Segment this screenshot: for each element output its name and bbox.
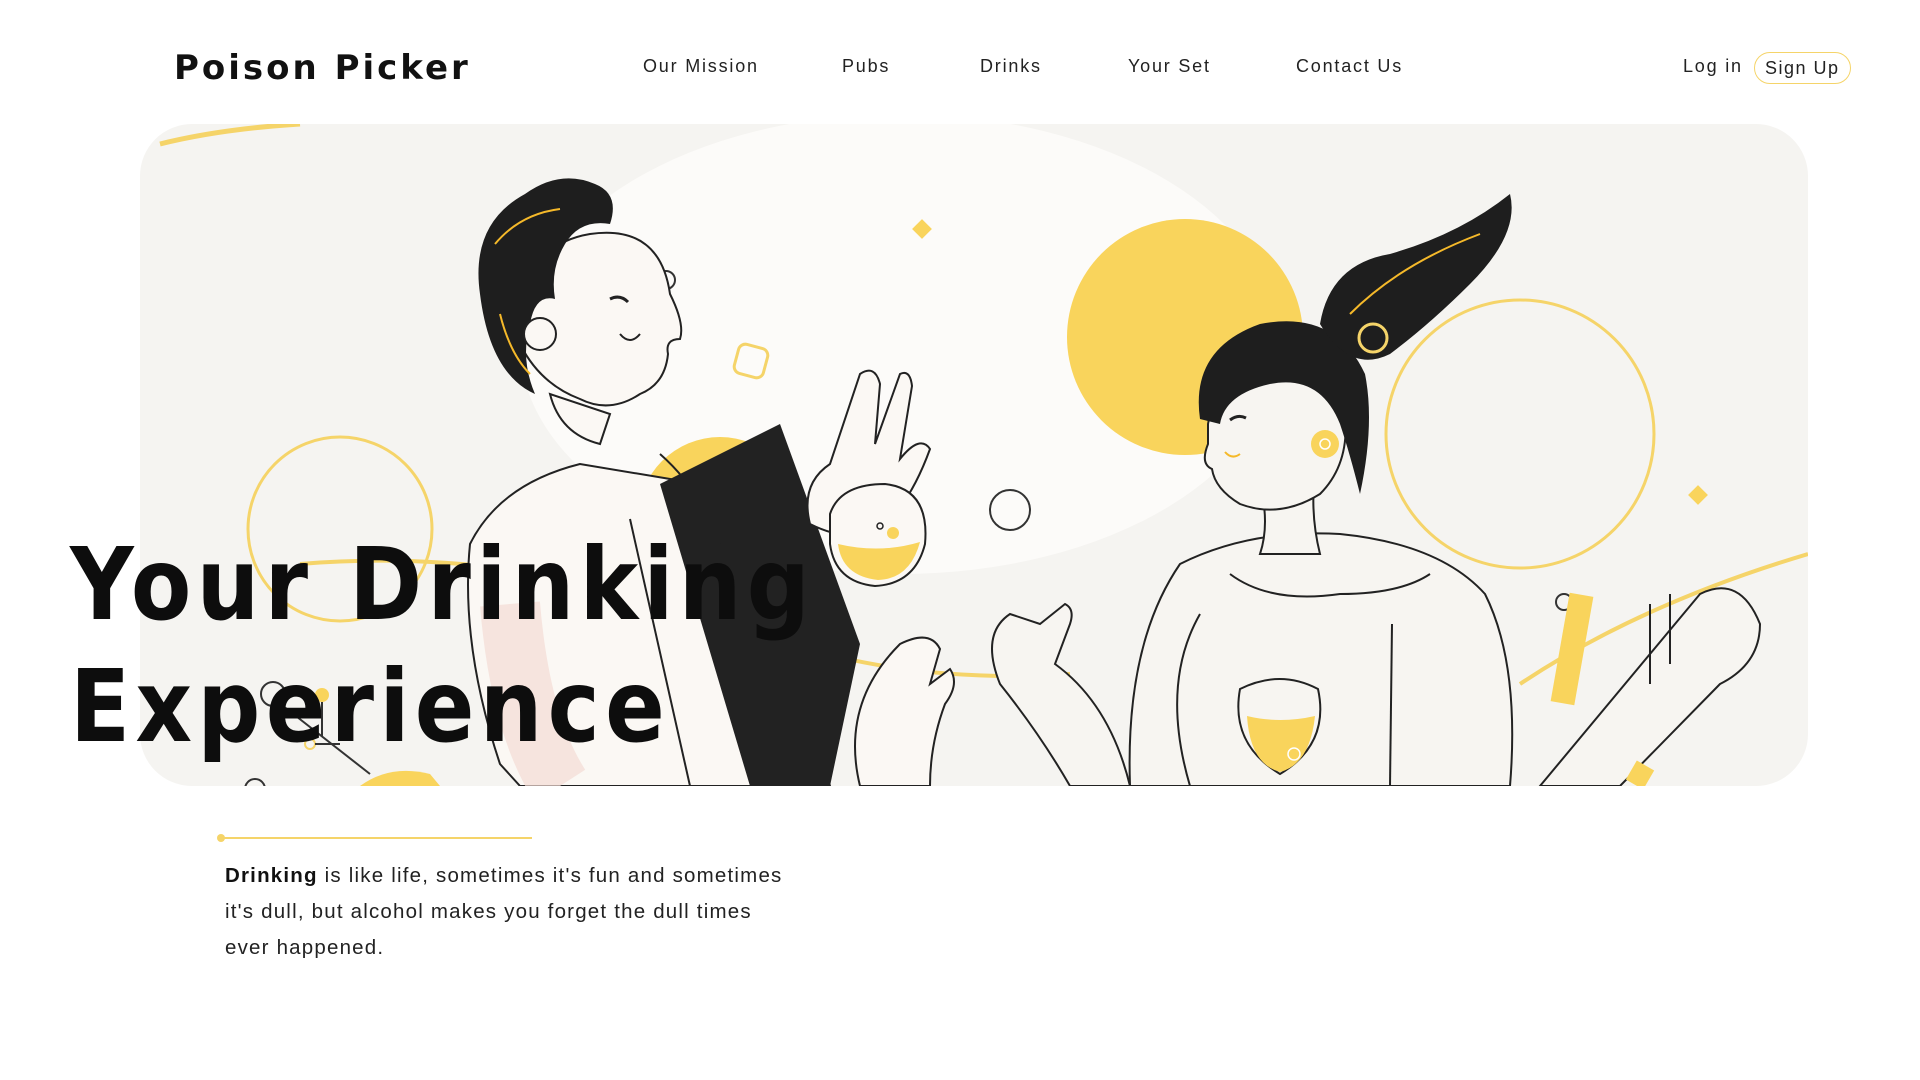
nav-pubs[interactable]: Pubs: [842, 56, 890, 77]
intro-bold: Drinking: [225, 864, 318, 887]
divider-line: [222, 837, 532, 839]
nav-drinks[interactable]: Drinks: [980, 56, 1042, 77]
nav-our-mission[interactable]: Our Mission: [643, 56, 759, 77]
login-link[interactable]: Log in: [1683, 56, 1743, 77]
nav-your-set[interactable]: Your Set: [1128, 56, 1211, 77]
nav-contact-us[interactable]: Contact Us: [1296, 56, 1403, 77]
main-nav: Our Mission Pubs Drinks Your Set Contact…: [0, 56, 1920, 86]
hero-title-line-2: Experience: [70, 648, 671, 765]
hero-title: Your Drinking Experience: [70, 524, 815, 768]
hero-banner: Your Drinking Experience: [70, 124, 1808, 786]
hero-title-line-1: Your Drinking: [70, 526, 816, 643]
signup-button[interactable]: Sign Up: [1754, 52, 1851, 84]
intro-text: Drinking is like life, sometimes it's fu…: [225, 858, 795, 966]
